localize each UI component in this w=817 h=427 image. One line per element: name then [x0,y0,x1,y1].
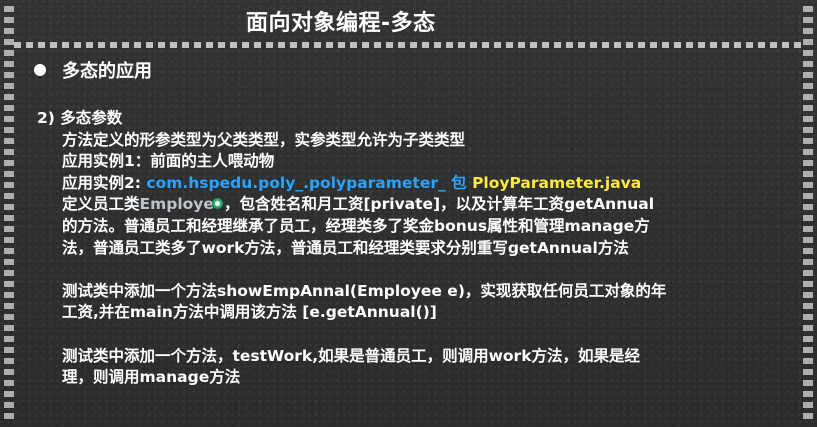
test2-line-2: 理，则调用manage方法 [62,368,241,387]
test1-line-2: 工资,并在main方法中调用该方法 [e.getAnnual()] [62,303,437,322]
example-2-package: com.hspedu.poly_.polyparameter_ 包 [146,173,467,192]
define-class-name: Employe [139,195,214,214]
test2-line-1: 测试类中添加一个方法，testWork,如果是普通员工，则调用work方法，如果… [62,346,641,365]
bullet-dot-icon [34,64,46,76]
example-2: 应用实例2: com.hspedu.poly_.polyparameter_ 包… [37,173,797,195]
define-rest: ，包含姓名和月工资[private]，以及计算年工资getAnnual [223,195,655,214]
bullet-text: 多态的应用 [62,61,152,82]
slide: 面向对象编程-多态 多态的应用 2) 多态参数 方法定义的形参类型为父类类型，实… [0,0,817,427]
cursor-icon [211,198,223,210]
define-line-1: 定义员工类Employe ，包含姓名和月工资[private]，以及计算年工资ge… [37,194,797,216]
section-description: 方法定义的形参类型为父类类型，实参类型允许为子类类型 [62,130,466,149]
title-divider [14,42,803,48]
bullet-row: 多态的应用 [34,57,152,83]
test1-line-1: 测试类中添加一个方法showEmpAnnal(Employee e)，实现获取任… [62,281,667,300]
define-prefix: 定义员工类 [62,195,140,214]
example-1: 应用实例1：前面的主人喂动物 [62,152,275,171]
content-section: 2) 多态参数 方法定义的形参类型为父类类型，实参类型允许为子类类型 应用实例1… [37,108,797,389]
right-dash-decoration [803,6,813,421]
define-line-2: 的方法。普通员工和经理继承了员工，经理类多了奖金bonus属性和管理manage… [62,216,650,235]
example-2-label: 应用实例2: [62,173,141,192]
left-dash-decoration [4,6,14,421]
section-heading: 2) 多态参数 [37,109,123,127]
define-line-3: 法，普通员工类多了work方法，普通员工和经理类要求分别重写getAnnual方… [62,238,629,257]
slide-title: 面向对象编程-多态 [246,11,436,36]
example-2-file: PloyParameter.java [472,173,642,192]
